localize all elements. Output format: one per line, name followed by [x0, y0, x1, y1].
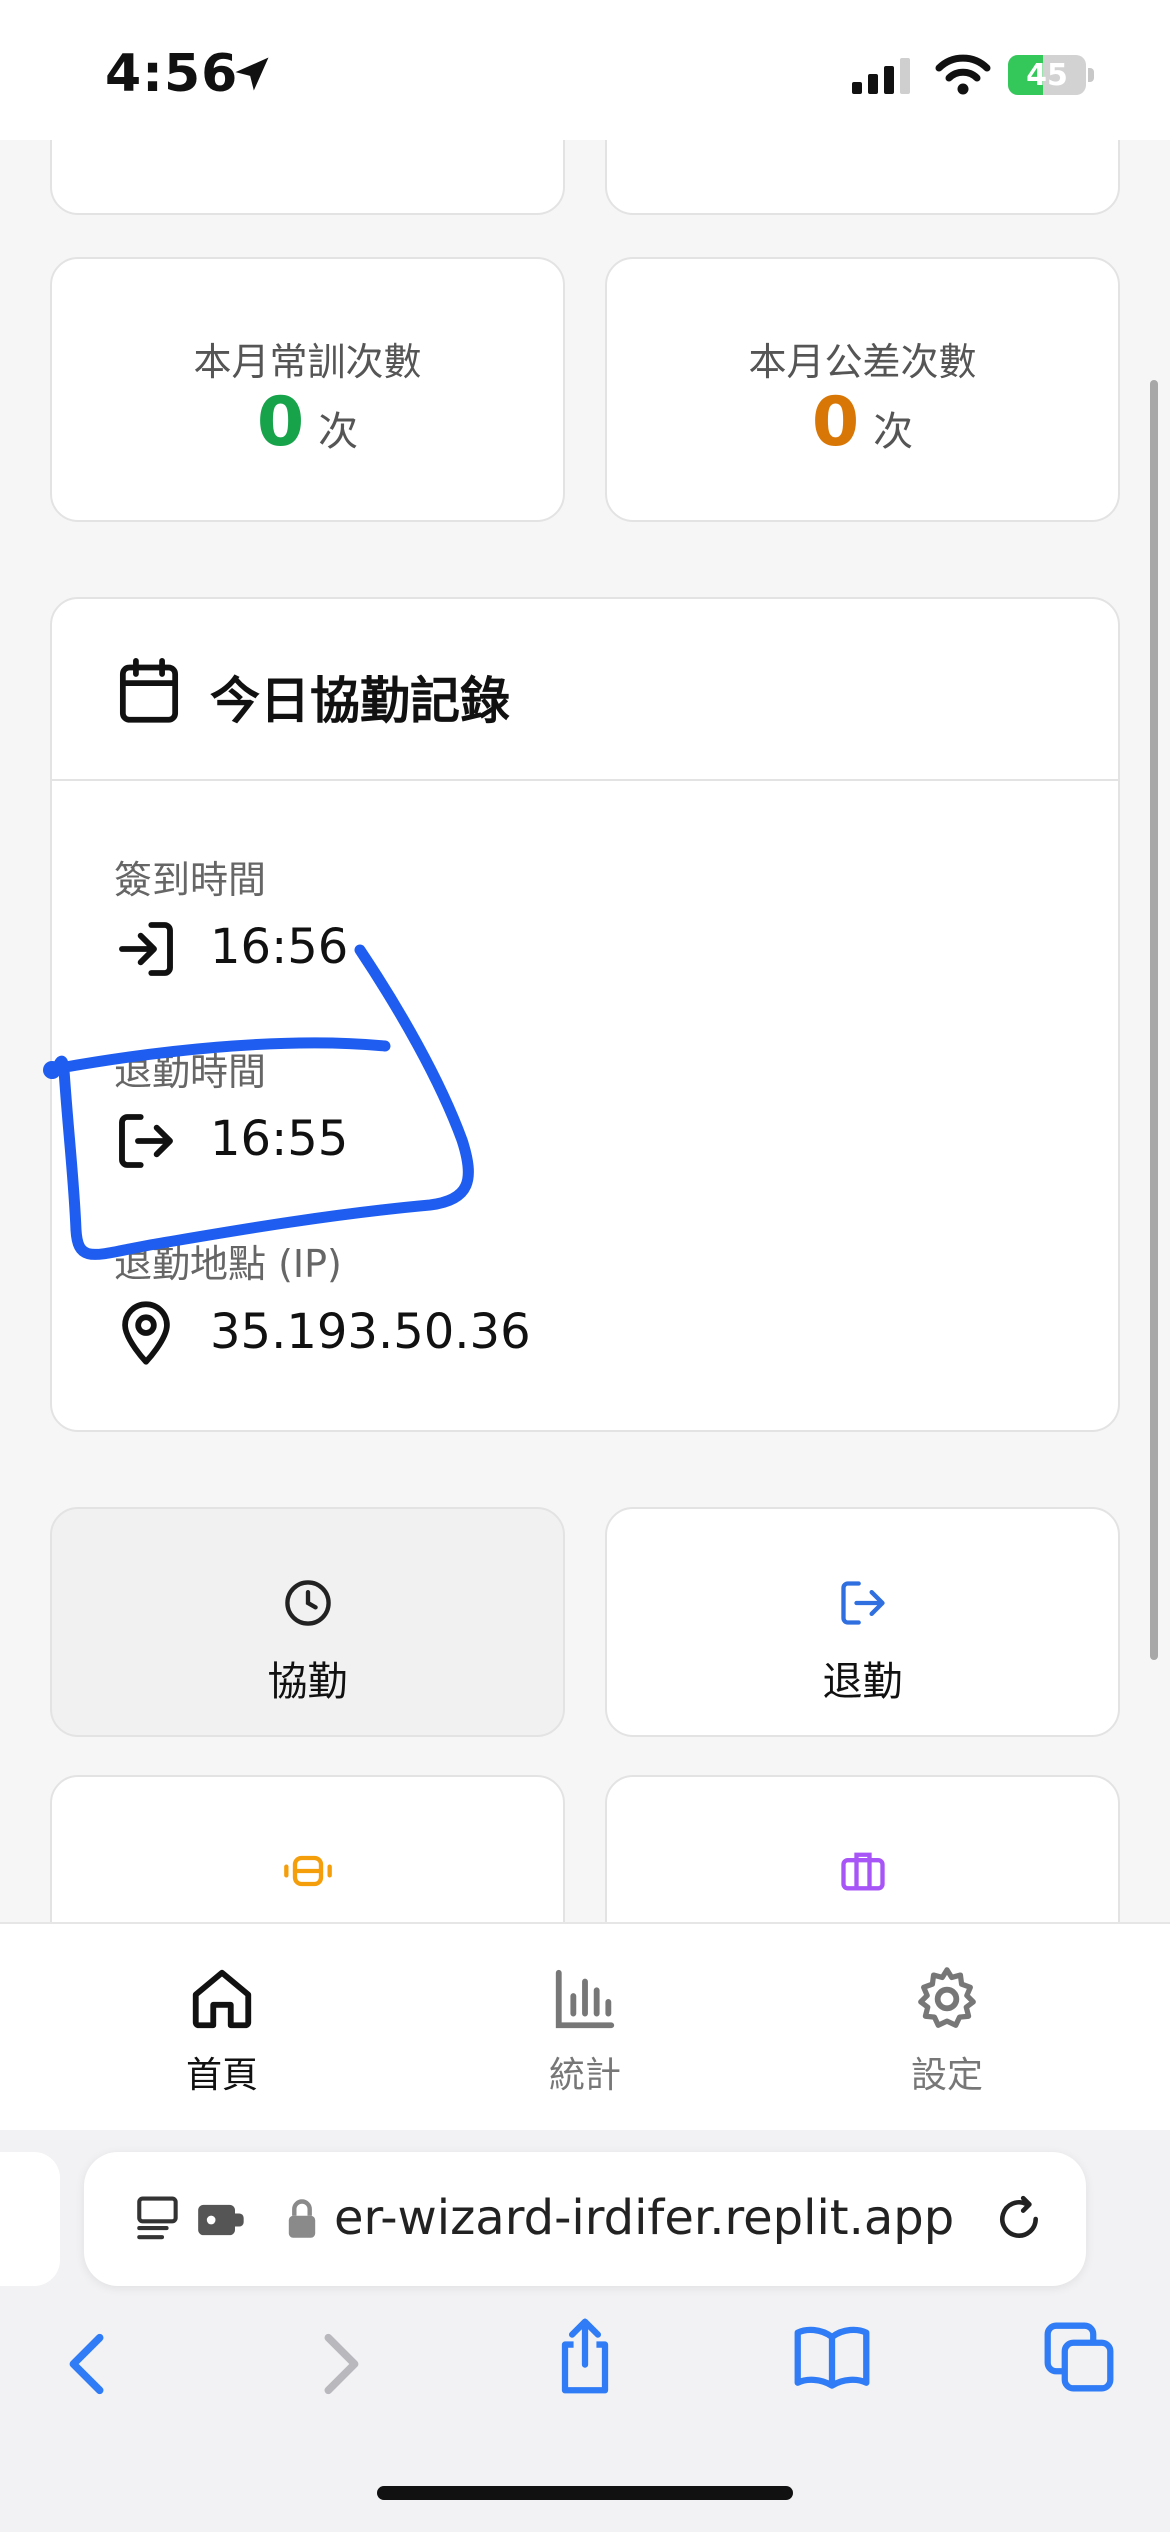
lock-icon: [288, 2199, 316, 2238]
tab-stats[interactable]: 統計: [435, 1924, 735, 2132]
url-text: er-wizard-irdifer.replit.app: [334, 2190, 955, 2246]
login-icon: [119, 922, 173, 976]
tab-stats-label: 統計: [548, 2055, 621, 2096]
scrollbar[interactable]: [1150, 380, 1158, 1660]
tabs-icon[interactable]: [1042, 2320, 1116, 2394]
battery-icon: 45: [1008, 55, 1086, 95]
battery-level: 45: [1026, 57, 1068, 93]
training-count-unit: 次: [318, 409, 359, 455]
duty-count-value: 0: [811, 383, 860, 462]
location-arrow-icon: [235, 57, 269, 91]
map-pin-icon: [122, 1301, 170, 1365]
checkout-time: 16:55: [210, 1111, 349, 1167]
back-icon[interactable]: [58, 2326, 118, 2402]
logout-icon: [119, 1114, 173, 1168]
home-indicator[interactable]: [377, 2486, 793, 2500]
forward-icon[interactable]: [310, 2326, 370, 2402]
browser-toolbar: er-wizard-irdifer.replit.app: [0, 2130, 1170, 2532]
duty-count-card: 本月公差次數 0 次: [605, 257, 1120, 522]
status-time: 4:56: [105, 44, 239, 104]
training-count-value: 0: [256, 383, 305, 462]
action-duty-label: 協勤: [267, 1659, 348, 1705]
cellular-signal-icon: [852, 58, 910, 94]
action-checkout-label: 退勤: [822, 1659, 903, 1705]
share-icon[interactable]: [550, 2316, 620, 2396]
calendar-icon: [119, 658, 179, 723]
status-bar: 4:56 45: [0, 0, 1170, 140]
checkin-label: 簽到時間: [114, 858, 267, 902]
training-count-label: 本月常訓次數: [193, 340, 422, 384]
home-icon: [192, 1969, 252, 2029]
dumbbell-icon: [283, 1855, 332, 1887]
duty-count-unit: 次: [873, 409, 914, 455]
extension-icon[interactable]: [196, 2198, 248, 2242]
tab-settings-label: 設定: [910, 2055, 983, 2096]
training-count-card: 本月常訓次數 0 次: [50, 257, 565, 522]
tab-home-label: 首頁: [185, 2055, 258, 2096]
address-bar[interactable]: er-wizard-irdifer.replit.app: [84, 2152, 1086, 2286]
location-label: 退勤地點 (IP): [114, 1242, 342, 1286]
record-title: 今日協勤記錄: [210, 672, 510, 730]
action-checkout-button[interactable]: 退勤: [605, 1507, 1120, 1737]
bookmarks-icon[interactable]: [792, 2322, 872, 2392]
clock-icon: [284, 1580, 331, 1626]
battery-tip: [1088, 68, 1094, 82]
logout-icon: [840, 1581, 885, 1625]
bottom-tab-bar: 首頁 統計 設定: [0, 1922, 1170, 2130]
action-duty-button[interactable]: 協勤: [50, 1507, 565, 1737]
duty-count-label: 本月公差次數: [748, 340, 977, 384]
bar-chart-icon: [555, 1969, 615, 2029]
location-ip: 35.193.50.36: [210, 1304, 531, 1360]
reload-icon[interactable]: [994, 2194, 1044, 2244]
previous-tab-preview[interactable]: [0, 2152, 60, 2286]
gear-icon: [918, 1967, 976, 2028]
reader-mode-icon[interactable]: [134, 2194, 190, 2244]
briefcase-icon: [840, 1852, 885, 1891]
checkout-label: 退勤時間: [114, 1050, 267, 1094]
wifi-icon: [935, 54, 991, 95]
checkin-time: 16:56: [210, 919, 349, 975]
tab-settings[interactable]: 設定: [797, 1924, 1097, 2132]
record-header: 今日協勤記錄: [52, 599, 1118, 781]
today-record-card: 今日協勤記錄 簽到時間 16:56 退勤時間 16:55 退勤地點 (IP) 3…: [50, 597, 1120, 1432]
tab-home[interactable]: 首頁: [72, 1924, 372, 2132]
